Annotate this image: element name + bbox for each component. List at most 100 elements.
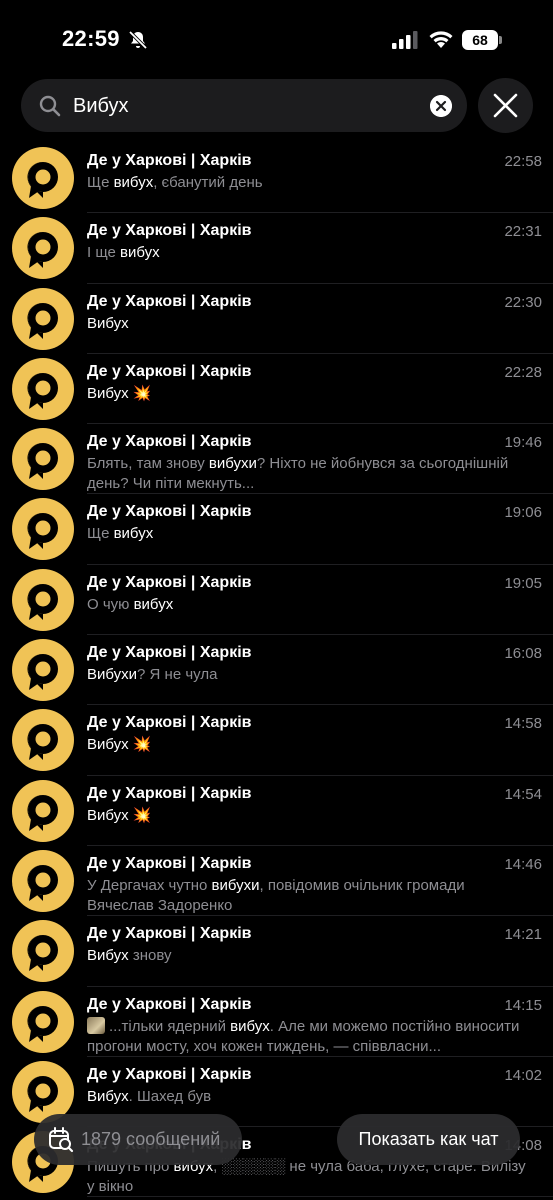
result-preview: Вибух. Шахед був — [87, 1087, 533, 1107]
channel-avatar — [12, 147, 74, 209]
channel-avatar — [12, 217, 74, 280]
result-preview: О чую вибух — [87, 595, 533, 615]
row-divider — [87, 1196, 553, 1198]
message-count-label: 1879 сообщений — [81, 1129, 221, 1149]
search-result-row[interactable]: Де у Харкові | Харків 22:30 Вибух — [0, 284, 553, 354]
view-as-chat-button[interactable]: Показать как чат — [337, 1114, 520, 1165]
location-pin-icon — [27, 302, 58, 339]
result-time: 22:30 — [504, 293, 542, 311]
preview-text: Ще — [87, 525, 114, 543]
result-preview: У Дергачах чутно вибухи, повідомив очіль… — [87, 876, 533, 916]
location-pin-icon — [27, 935, 58, 972]
search-result-row[interactable]: Де у Харкові | Харків 22:31 І ще вибух — [0, 213, 553, 284]
preview-text: 💥 — [128, 806, 152, 824]
result-time: 22:28 — [504, 363, 542, 381]
bell-off-icon — [128, 30, 148, 50]
result-title: Де у Харкові | Харків — [87, 995, 252, 1013]
calendar-search-icon — [49, 1127, 74, 1153]
result-preview: Вибух 💥 — [87, 735, 533, 755]
channel-avatar — [12, 287, 74, 350]
location-pin-icon — [27, 1075, 58, 1112]
close-icon — [493, 93, 518, 118]
result-title: Де у Харкові | Харків — [87, 1065, 252, 1083]
highlighted-match: Вибухи — [87, 666, 138, 684]
highlighted-match: Вибух — [87, 314, 129, 332]
result-title: Де у Харкові | Харків — [87, 714, 252, 732]
channel-avatar — [12, 498, 74, 561]
preview-text: Ще — [87, 174, 114, 191]
preview-text: ...тільки ядерний — [109, 1017, 231, 1035]
preview-text: У Дергачах чутно — [87, 876, 212, 894]
result-title: Де у Харкові | Харків — [87, 292, 252, 310]
preview-text: Блять, там знову — [87, 455, 209, 473]
location-pin-icon — [27, 443, 58, 480]
highlighted-match: вибух — [120, 244, 160, 262]
search-result-row[interactable]: Де у Харкові | Харків 19:05 О чую вибух — [0, 565, 553, 636]
preview-text: ? Я не чула — [137, 666, 218, 684]
highlighted-match: вибух — [113, 525, 154, 543]
result-title: Де у Харкові | Харків — [87, 854, 252, 872]
result-title: Де у Харкові | Харків — [87, 433, 252, 451]
location-pin-icon — [27, 864, 58, 901]
search-result-row[interactable]: Де у Харкові | Харків 14:21 Вибух знову — [0, 916, 553, 987]
result-preview: Вибухи? Я не чула — [87, 665, 533, 685]
battery-nub — [499, 36, 502, 44]
channel-avatar — [12, 779, 74, 842]
status-time: 22:59 — [62, 26, 120, 51]
battery-level: 68 — [462, 30, 498, 50]
search-results-list: Де у Харкові | Харків 22:58 Ще вибух, єбан… — [0, 143, 553, 1198]
highlighted-match: Вибух — [87, 1087, 129, 1105]
highlighted-match: Вибух — [87, 384, 129, 402]
search-result-row[interactable]: Де у Харкові | Харків 14:54 Вибух 💥 — [0, 776, 553, 846]
result-time: 14:58 — [504, 715, 542, 733]
result-time: 14:02 — [504, 1066, 542, 1084]
search-result-row[interactable]: Де у Харкові | Харків 16:08 Вибухи? Я не ч… — [0, 635, 553, 706]
highlighted-match: вибух — [133, 595, 174, 613]
result-time: 14:54 — [504, 785, 542, 803]
result-title: Де у Харкові | Харків — [87, 362, 252, 380]
search-result-row[interactable]: Де у Харкові | Харків 14:58 Вибух 💥 — [0, 705, 553, 776]
preview-text: 💥 — [128, 384, 152, 402]
signal-icon — [392, 31, 418, 49]
result-time: 22:58 — [504, 153, 542, 170]
highlighted-match: вибухи — [208, 455, 257, 473]
location-pin-icon — [27, 232, 58, 269]
result-title: Де у Харкові | Харків — [87, 503, 252, 521]
search-result-row[interactable]: Де у Харкові | Харків 19:46 Блять, там зно… — [0, 424, 553, 495]
preview-text: І ще — [87, 244, 121, 262]
search-icon — [39, 95, 61, 117]
highlighted-match: Вибух — [87, 736, 129, 754]
clear-icon[interactable] — [430, 95, 452, 117]
search-box[interactable] — [21, 79, 467, 132]
channel-avatar — [12, 709, 74, 772]
message-count-pill[interactable]: 1879 сообщений — [34, 1114, 242, 1165]
result-time: 16:08 — [504, 645, 542, 663]
result-title: Де у Харкові | Харків — [87, 573, 252, 591]
media-thumbnail — [87, 1016, 105, 1034]
channel-avatar — [12, 639, 74, 702]
result-preview: Вибух — [87, 314, 533, 334]
result-time: 19:06 — [504, 504, 542, 522]
location-pin-icon — [27, 583, 58, 620]
search-result-row[interactable]: Де у Харкові | Харків 22:28 Вибух 💥 — [0, 354, 553, 425]
result-title: Де у Харкові | Харків — [87, 784, 252, 802]
result-title: Де у Харкові | Харків — [87, 152, 252, 169]
highlighted-match: Вибух — [87, 947, 129, 965]
result-preview: І ще вибух — [87, 243, 533, 263]
result-time: 14:15 — [504, 996, 542, 1014]
close-search-button[interactable] — [478, 78, 533, 133]
search-result-row[interactable]: Де у Харкові | Харків 14:46 У Дергачах чут… — [0, 846, 553, 917]
result-preview: Ще вибух, єбанутий день — [87, 173, 533, 193]
search-result-row[interactable]: Де у Харкові | Харків 22:58 Ще вибух, єбан… — [0, 143, 553, 214]
search-result-row[interactable]: Де у Харкові | Харків 14:15 ...тільки ядер… — [0, 987, 553, 1057]
search-input[interactable] — [73, 89, 413, 123]
result-preview: Блять, там знову вибухи? Ніхто не йобнув… — [87, 454, 533, 494]
location-pin-icon — [27, 1005, 58, 1042]
search-result-row[interactable]: Де у Харкові | Харків 19:06 Ще вибух — [0, 494, 553, 565]
highlighted-match: вибух — [230, 1017, 270, 1035]
highlighted-match: вибухи — [211, 876, 260, 894]
result-title: Де у Харкові | Харків — [87, 222, 252, 240]
wifi-icon — [429, 31, 453, 48]
status-bar: 22:59 68 — [0, 0, 553, 80]
highlighted-match: Вибух — [87, 806, 129, 824]
